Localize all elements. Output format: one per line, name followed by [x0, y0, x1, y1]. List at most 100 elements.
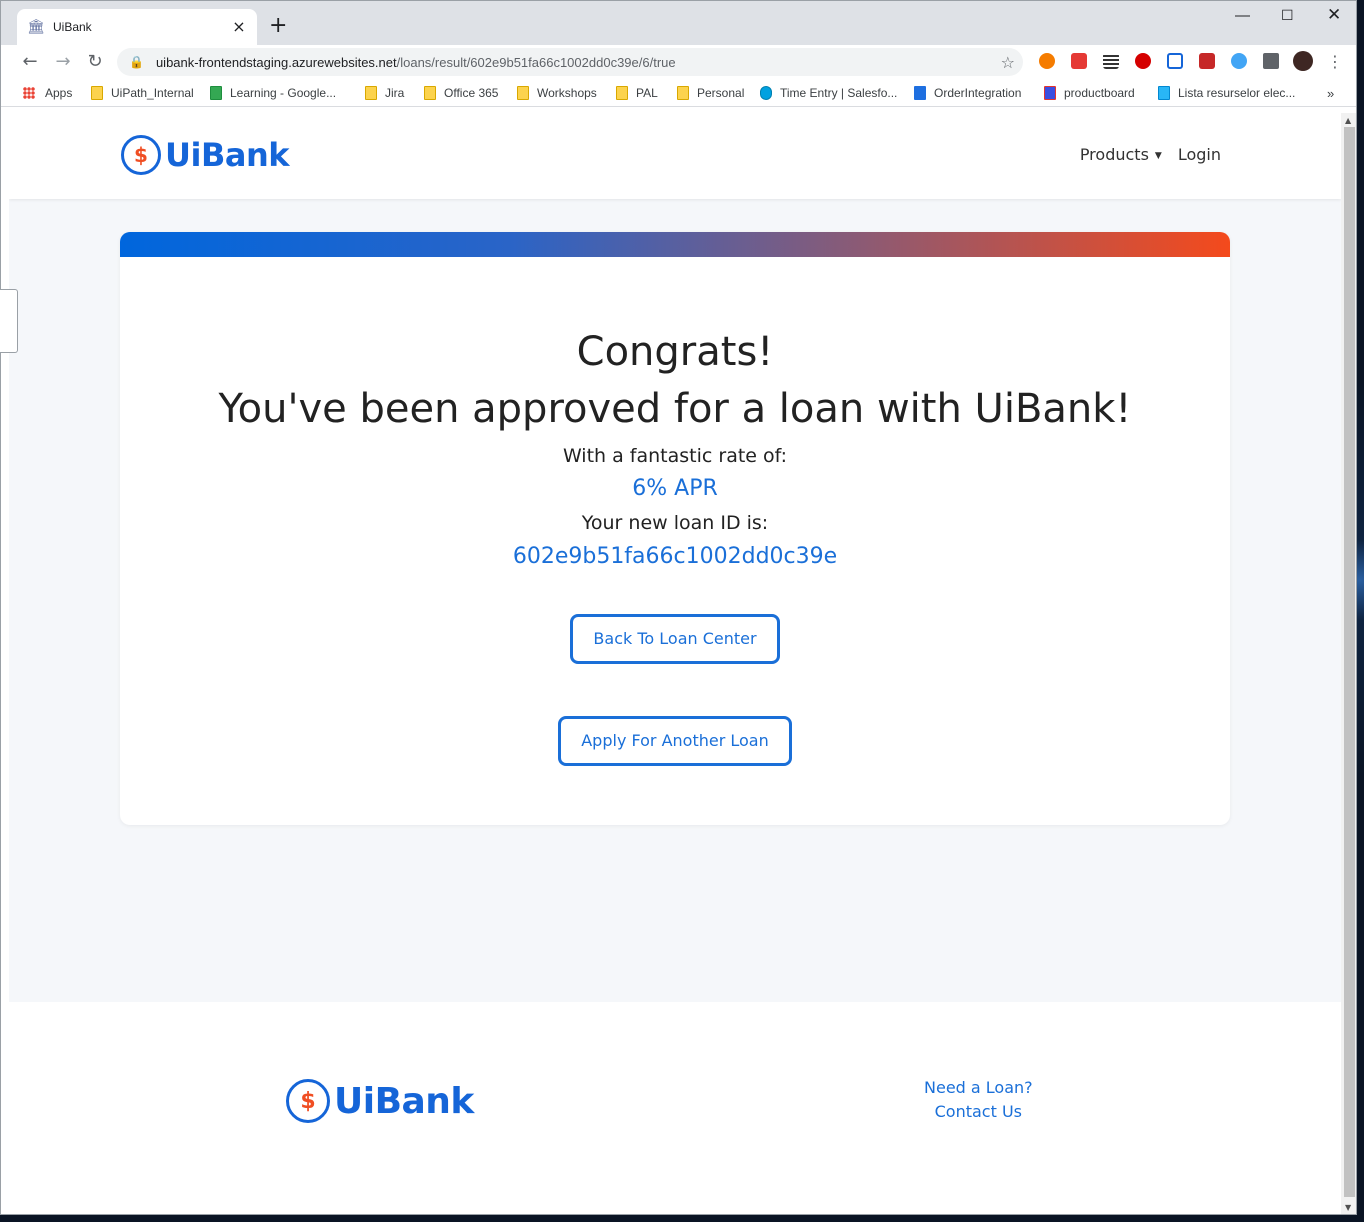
bookmark-item[interactable]: Personal — [677, 86, 744, 100]
productboard-icon — [1044, 86, 1056, 100]
site-header: $ UiBank Products ▼ Login — [9, 113, 1341, 199]
footer-logo[interactable]: $ UiBank — [286, 1079, 474, 1123]
bookmark-item[interactable]: UiPath_Internal — [91, 86, 194, 100]
apps-grid-icon — [23, 87, 35, 99]
header-logo[interactable]: $ UiBank — [121, 135, 290, 175]
bookmark-label: Learning - Google... — [230, 86, 337, 100]
back-to-loan-center-button[interactable]: Back To Loan Center — [570, 614, 780, 664]
window-close-icon[interactable]: ✕ — [1327, 5, 1341, 25]
folder-icon — [517, 86, 529, 100]
link-icon — [1158, 86, 1170, 100]
extension-icon[interactable] — [1071, 53, 1087, 69]
maximize-icon[interactable]: ☐ — [1281, 7, 1294, 24]
menu-kebab-icon[interactable]: ⋮ — [1324, 51, 1346, 73]
nav-products-label: Products — [1079, 145, 1149, 164]
logo-text: UiBank — [165, 136, 290, 174]
bookmark-label: UiPath_Internal — [111, 86, 194, 100]
extension-icon[interactable] — [1103, 53, 1119, 69]
bookmark-apps[interactable]: Apps — [23, 86, 72, 100]
minimize-icon[interactable]: — — [1235, 7, 1250, 24]
folder-icon — [677, 86, 689, 100]
bookmarks-bar: Apps UiPath_Internal Learning - Google..… — [1, 81, 1356, 107]
nav-products[interactable]: Products ▼ — [1080, 145, 1162, 164]
card-body: Congrats! You've been approved for a loa… — [120, 327, 1230, 766]
drive-icon — [210, 86, 222, 100]
avatar[interactable] — [1293, 51, 1313, 71]
main-nav: Products ▼ Login — [1080, 145, 1221, 164]
browser-tab[interactable]: 🏛 UiBank × — [17, 9, 257, 45]
tab-title: UiBank — [53, 20, 92, 34]
bookmark-label: Time Entry | Salesfo... — [780, 86, 898, 100]
browser-window: 🏛 UiBank × + — ☐ ✕ ← → ↻ 🔒 uibank-fronte… — [0, 0, 1357, 1215]
loan-id-label: Your new loan ID is: — [581, 512, 769, 534]
url-path: /loans/result/602e9b51fa66c1002dd0c39e/6… — [396, 54, 676, 70]
bookmark-label: productboard — [1064, 86, 1135, 100]
folder-icon — [365, 86, 377, 100]
bookmark-label: Lista resurselor elec... — [1178, 86, 1296, 100]
bookmark-label: OrderIntegration — [934, 86, 1022, 100]
extension-icon[interactable] — [1039, 53, 1055, 69]
folder-icon — [616, 86, 628, 100]
scroll-down-icon[interactable]: ▼ — [1345, 1203, 1351, 1212]
bookmark-label: Office 365 — [444, 86, 499, 100]
bookmarks-overflow-icon[interactable]: » — [1327, 86, 1334, 101]
puzzle-icon[interactable] — [1263, 53, 1279, 69]
tab-strip: 🏛 UiBank × + — ☐ ✕ — [1, 1, 1356, 45]
bookmark-label: Jira — [385, 86, 405, 100]
bookmark-item[interactable]: Office 365 — [424, 86, 498, 100]
folder-icon — [91, 86, 103, 100]
bookmark-item[interactable]: OrderIntegration — [914, 86, 1021, 100]
address-bar[interactable]: 🔒 uibank-frontendstaging.azurewebsites.n… — [117, 48, 1023, 76]
bookmark-item[interactable]: Jira — [365, 86, 404, 100]
folder-icon — [424, 86, 436, 100]
dollar-badge-icon: $ — [286, 1079, 330, 1123]
loan-id-value: 602e9b51fa66c1002dd0c39e — [512, 544, 838, 569]
url-host: uibank-frontendstaging.azurewebsites.net — [155, 54, 397, 70]
approved-heading: You've been approved for a loan with UiB… — [218, 386, 1132, 432]
page-viewport: $ UiBank Products ▼ Login Congrats! You'v… — [9, 113, 1341, 1214]
reload-icon[interactable]: ↻ — [84, 51, 106, 73]
bank-icon: 🏛 — [27, 19, 45, 35]
extension-icon[interactable] — [1135, 53, 1151, 69]
page-scrollbar[interactable]: ▲ ▼ — [1341, 113, 1356, 1214]
bookmark-label: Apps — [45, 86, 73, 100]
bookmark-item[interactable]: productboard — [1044, 86, 1135, 100]
apply-another-loan-button[interactable]: Apply For Another Loan — [558, 716, 792, 766]
extension-icon[interactable] — [1199, 53, 1215, 69]
footer-links: Need a Loan? Contact Us — [924, 1076, 1033, 1124]
card-gradient-bar — [120, 232, 1230, 257]
close-icon[interactable]: × — [231, 19, 247, 35]
need-loan-link[interactable]: Need a Loan? — [924, 1076, 1033, 1100]
bookmark-star-icon[interactable]: ☆ — [1001, 53, 1015, 72]
bookmark-label: PAL — [636, 86, 658, 100]
bookmark-item[interactable]: Workshops — [517, 86, 597, 100]
scroll-thumb[interactable] — [1344, 127, 1355, 1197]
bookmark-label: Personal — [697, 86, 745, 100]
confluence-icon — [914, 86, 926, 100]
side-panel-handle[interactable] — [0, 289, 18, 353]
contact-us-link[interactable]: Contact Us — [924, 1100, 1033, 1124]
caret-down-icon: ▼ — [1154, 150, 1162, 161]
browser-toolbar: ← → ↻ 🔒 uibank-frontendstaging.azurewebs… — [1, 45, 1356, 79]
extension-icon[interactable] — [1231, 53, 1247, 69]
bookmark-item[interactable]: Learning - Google... — [210, 86, 336, 100]
bookmark-item[interactable]: Time Entry | Salesfo... — [760, 86, 897, 100]
url-text: uibank-frontendstaging.azurewebsites.net… — [156, 55, 1001, 70]
congrats-heading: Congrats! — [576, 329, 774, 375]
lock-icon: 🔒 — [129, 55, 144, 69]
bookmark-item[interactable]: PAL — [616, 86, 658, 100]
uipath-extension-icon[interactable] — [1167, 53, 1183, 69]
new-tab-icon[interactable]: + — [269, 15, 287, 37]
rate-label: With a fantastic rate of: — [562, 445, 788, 467]
back-arrow-icon[interactable]: ← — [19, 51, 41, 73]
rate-value: 6% APR — [632, 476, 718, 501]
bookmark-item[interactable]: Lista resurselor elec... — [1158, 86, 1295, 100]
loan-result-card: Congrats! You've been approved for a loa… — [120, 232, 1230, 825]
salesforce-icon — [760, 86, 772, 100]
logo-text: UiBank — [334, 1080, 474, 1122]
forward-arrow-icon[interactable]: → — [52, 51, 74, 73]
nav-login[interactable]: Login — [1178, 145, 1221, 164]
dollar-badge-icon: $ — [121, 135, 161, 175]
bookmark-label: Workshops — [537, 86, 597, 100]
scroll-up-icon[interactable]: ▲ — [1345, 116, 1351, 125]
